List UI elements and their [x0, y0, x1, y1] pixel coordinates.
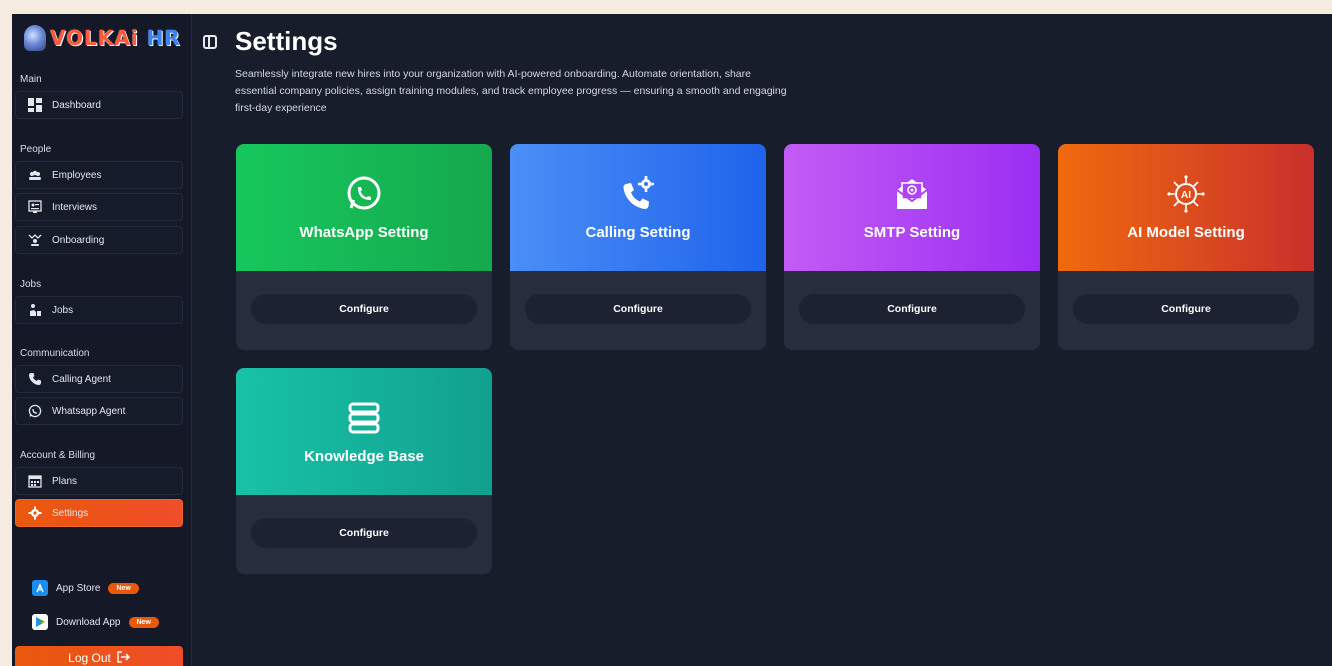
section-communication: Communication [20, 348, 90, 359]
database-icon [344, 398, 384, 438]
logout-button[interactable]: Log Out [15, 646, 183, 666]
new-badge: New [108, 582, 139, 594]
phone-icon [28, 372, 42, 386]
employees-icon [28, 168, 42, 182]
email-icon [892, 174, 932, 214]
card-title: SMTP Setting [863, 224, 961, 241]
card-title: Knowledge Base [303, 448, 425, 465]
card-header: SMTP Setting [784, 144, 1040, 271]
plans-icon [28, 474, 42, 488]
card-header: Knowledge Base [236, 368, 492, 495]
jobs-icon [28, 303, 42, 317]
sidebar-item-label: Whatsapp Agent [52, 405, 126, 417]
sidebar-item-label: Settings [52, 507, 89, 519]
whatsapp-icon [344, 174, 384, 214]
section-people: People [20, 144, 52, 155]
sidebar-item-label: Employees [52, 169, 102, 181]
sidebar-item-onboarding[interactable]: Onboarding [15, 226, 183, 254]
configure-button[interactable]: Configure [798, 293, 1026, 325]
new-badge: New [128, 616, 159, 628]
app-store-icon [32, 580, 48, 596]
page-title: Settings [235, 26, 338, 56]
section-main: Main [20, 74, 42, 85]
interviews-icon [28, 200, 42, 214]
download-app-label: Download App [56, 616, 121, 628]
whatsapp-setting-card: WhatsApp Setting Configure [236, 144, 492, 350]
calling-setting-card: Calling Setting Configure [510, 144, 766, 350]
sidebar-item-settings[interactable]: Settings [15, 499, 183, 527]
sidebar-item-label: Interviews [52, 201, 98, 213]
section-account-billing: Account & Billing [20, 450, 96, 461]
ai-chip-icon: AI [1166, 174, 1206, 214]
sidebar-item-label: Calling Agent [52, 373, 111, 385]
card-title: AI Model Setting [1127, 224, 1245, 241]
card-header: AI AI Model Setting [1058, 144, 1314, 271]
whatsapp-icon [28, 404, 42, 418]
sidebar-toggle-icon[interactable] [203, 35, 217, 49]
sidebar-item-whatsapp-agent[interactable]: Whatsapp Agent [15, 397, 183, 425]
configure-button[interactable]: Configure [250, 293, 478, 325]
section-jobs: Jobs [20, 279, 42, 290]
page-description: Seamlessly integrate new hires into your… [235, 68, 787, 114]
ai-model-setting-card: AI AI Model Setting Configure [1058, 144, 1314, 350]
sidebar-item-label: Onboarding [52, 234, 105, 246]
app-store-link[interactable]: App Store New [32, 580, 139, 596]
smtp-setting-card: SMTP Setting Configure [784, 144, 1040, 350]
card-title: WhatsApp Setting [299, 224, 429, 241]
logout-label: Log Out [68, 651, 111, 665]
download-app-link[interactable]: Download App New [32, 614, 159, 630]
svg-text:AI: AI [1181, 190, 1191, 201]
card-header: WhatsApp Setting [236, 144, 492, 271]
dashboard-icon [28, 98, 42, 112]
brand-logo[interactable]: VOLKAi HR [24, 24, 181, 52]
sidebar: VOLKAi HR Main Dashboard People Employee… [12, 14, 192, 666]
play-store-icon [32, 614, 48, 630]
phone-settings-icon [618, 174, 658, 214]
sidebar-item-interviews[interactable]: Interviews [15, 193, 183, 221]
sidebar-item-dashboard[interactable]: Dashboard [15, 91, 183, 119]
sidebar-item-plans[interactable]: Plans [15, 467, 183, 495]
app-window: VOLKAi HR Main Dashboard People Employee… [12, 14, 1332, 666]
gear-icon [28, 506, 42, 520]
card-title: Calling Setting [585, 224, 691, 241]
configure-button[interactable]: Configure [1072, 293, 1300, 325]
card-header: Calling Setting [510, 144, 766, 271]
brand-name: VOLKAi HR [50, 26, 181, 50]
app-store-label: App Store [56, 582, 101, 594]
logout-icon [117, 650, 130, 666]
sidebar-item-label: Plans [52, 475, 78, 487]
sidebar-item-label: Jobs [52, 304, 74, 316]
sidebar-item-employees[interactable]: Employees [15, 161, 183, 189]
sidebar-item-jobs[interactable]: Jobs [15, 296, 183, 324]
onboarding-icon [28, 233, 42, 247]
knowledge-base-card: Knowledge Base Configure [236, 368, 492, 574]
configure-button[interactable]: Configure [250, 517, 478, 549]
configure-button[interactable]: Configure [524, 293, 752, 325]
brand-head-icon [24, 25, 46, 51]
sidebar-item-calling-agent[interactable]: Calling Agent [15, 365, 183, 393]
sidebar-item-label: Dashboard [52, 99, 101, 111]
